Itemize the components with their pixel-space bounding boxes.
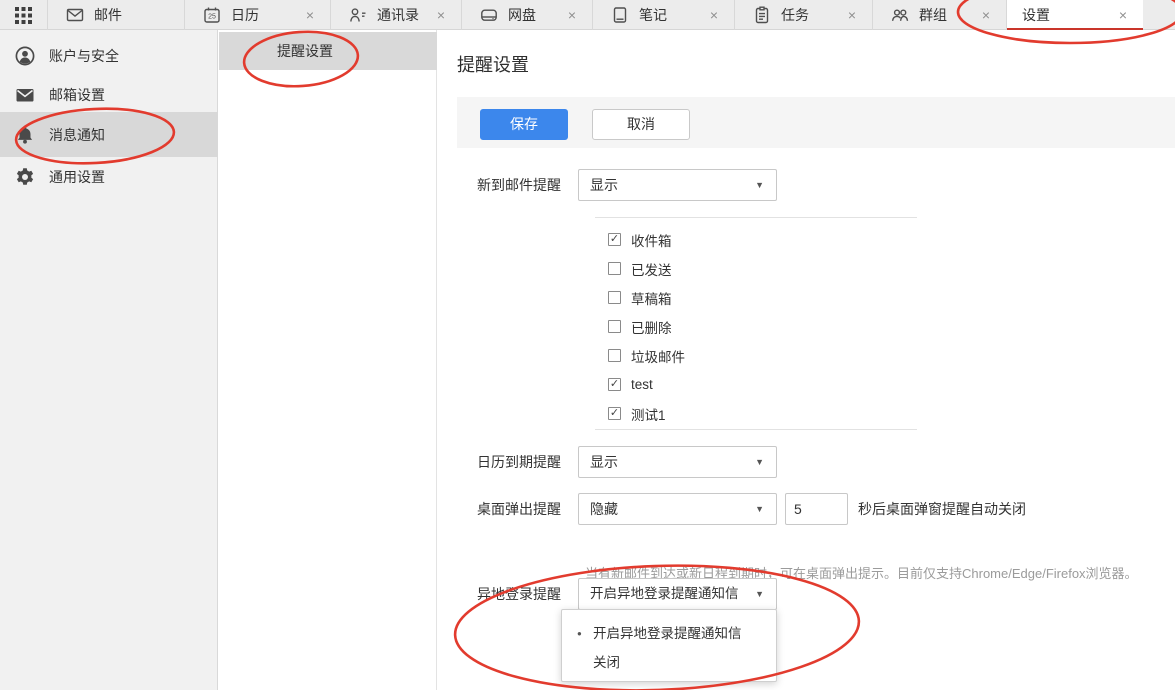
menu-option-enable-notification[interactable]: ● 开启异地登录提醒通知信 bbox=[562, 619, 776, 648]
tab-drive[interactable]: 网盘 × bbox=[462, 0, 593, 30]
divider bbox=[595, 217, 917, 218]
sidebar-item-label: 消息通知 bbox=[49, 125, 105, 145]
gear-icon bbox=[14, 166, 36, 188]
sidebar-item-account-security[interactable]: 账户与安全 bbox=[0, 36, 218, 75]
tab-groups[interactable]: 群组 × bbox=[873, 0, 1007, 30]
svg-text:25: 25 bbox=[208, 14, 216, 21]
checkbox-unchecked-icon[interactable] bbox=[608, 320, 621, 333]
menu-option-disable[interactable]: 关闭 bbox=[562, 648, 776, 677]
checkbox-unchecked-icon[interactable] bbox=[608, 291, 621, 304]
folder-checkbox-inbox[interactable]: ✓ 收件箱 bbox=[608, 225, 672, 254]
calendar-due-alert-select[interactable]: 显示 ▼ bbox=[578, 446, 777, 478]
sidebar-item-label: 邮箱设置 bbox=[49, 85, 105, 105]
notes-icon bbox=[610, 5, 630, 25]
remote-login-alert-value: 开启异地登录提醒通知信 bbox=[590, 586, 739, 601]
drive-icon bbox=[479, 5, 499, 25]
new-mail-alert-value: 显示 bbox=[590, 177, 618, 193]
tab-label: 笔记 bbox=[639, 5, 667, 25]
folder-checkbox-drafts[interactable]: 草稿箱 bbox=[608, 283, 672, 312]
cancel-button[interactable]: 取消 bbox=[592, 109, 690, 140]
desktop-popup-alert-select[interactable]: 隐藏 ▼ bbox=[578, 493, 777, 525]
folder-checkbox-test[interactable]: ✓ test bbox=[608, 370, 653, 399]
settings-sidebar: 账户与安全 邮箱设置 消息通知 通用设置 bbox=[0, 30, 218, 690]
chevron-down-icon: ▼ bbox=[755, 447, 764, 477]
checkbox-unchecked-icon[interactable] bbox=[608, 262, 621, 275]
tab-label: 群组 bbox=[919, 5, 947, 25]
tab-bar: 邮件 25 日历 × 通讯录 × 网盘 × 笔 bbox=[0, 0, 1175, 30]
sidebar-item-mailbox-settings[interactable]: 邮箱设置 bbox=[0, 75, 218, 114]
tab-tasks[interactable]: 任务 × bbox=[735, 0, 873, 30]
divider bbox=[595, 429, 917, 430]
checkbox-checked-icon[interactable]: ✓ bbox=[608, 407, 621, 420]
checkbox-checked-icon[interactable]: ✓ bbox=[608, 233, 621, 246]
account-icon bbox=[14, 45, 36, 67]
reminder-settings-panel: 提醒设置 保存 取消 新到邮件提醒 显示 ▼ ✓ 收件箱 已发送 草稿箱 已删除 bbox=[438, 30, 1175, 690]
tab-close-icon[interactable]: × bbox=[710, 0, 718, 30]
new-mail-alert-label: 新到邮件提醒 bbox=[477, 169, 561, 201]
folder-checkbox-sent[interactable]: 已发送 bbox=[608, 254, 672, 283]
chevron-down-icon: ▼ bbox=[755, 579, 764, 609]
remote-login-alert-label: 异地登录提醒 bbox=[477, 578, 561, 610]
sidebar-item-label: 账户与安全 bbox=[49, 46, 119, 66]
calendar-due-alert-label: 日历到期提醒 bbox=[477, 446, 561, 478]
form-toolbar: 保存 取消 bbox=[457, 97, 1175, 148]
popup-seconds-suffix: 秒后桌面弹窗提醒自动关闭 bbox=[858, 493, 1026, 525]
tab-close-icon[interactable]: × bbox=[982, 0, 990, 30]
webmail-settings-screen: 邮件 25 日历 × 通讯录 × 网盘 × 笔 bbox=[0, 0, 1175, 690]
contacts-icon bbox=[348, 5, 368, 25]
tab-close-icon[interactable]: × bbox=[437, 0, 445, 30]
desktop-popup-alert-label: 桌面弹出提醒 bbox=[477, 493, 561, 525]
subnav-item-reminder-settings[interactable]: 提醒设置 bbox=[219, 32, 437, 70]
tab-contacts[interactable]: 通讯录 × bbox=[331, 0, 462, 30]
tab-calendar[interactable]: 25 日历 × bbox=[185, 0, 331, 30]
mailbox-icon bbox=[14, 84, 36, 106]
group-icon bbox=[890, 5, 910, 25]
folder-checkbox-test1[interactable]: ✓ 测试1 bbox=[608, 399, 666, 428]
tab-label: 通讯录 bbox=[377, 5, 419, 25]
settings-subnav: 提醒设置 bbox=[219, 30, 437, 690]
sidebar-item-general-settings[interactable]: 通用设置 bbox=[0, 157, 218, 196]
folder-checkbox-deleted[interactable]: 已删除 bbox=[608, 312, 672, 341]
desktop-popup-alert-value: 隐藏 bbox=[590, 501, 618, 517]
chevron-down-icon: ▼ bbox=[755, 170, 764, 200]
sidebar-item-label: 通用设置 bbox=[49, 167, 105, 187]
folder-checkbox-spam[interactable]: 垃圾邮件 bbox=[608, 341, 685, 370]
tab-close-icon[interactable]: × bbox=[848, 0, 856, 30]
tab-label: 任务 bbox=[781, 5, 809, 25]
chevron-down-icon: ▼ bbox=[755, 494, 764, 524]
remote-login-alert-menu: ● 开启异地登录提醒通知信 关闭 bbox=[561, 609, 777, 682]
remote-login-alert-select[interactable]: 开启异地登录提醒通知信 ▼ bbox=[578, 578, 777, 610]
app-grid-button[interactable] bbox=[0, 0, 48, 30]
bell-icon bbox=[14, 124, 36, 146]
tab-label: 邮件 bbox=[94, 5, 122, 25]
tab-label: 网盘 bbox=[508, 5, 536, 25]
calendar-due-alert-value: 显示 bbox=[590, 454, 618, 470]
popup-seconds-input[interactable] bbox=[785, 493, 848, 525]
tab-label: 设置 bbox=[1022, 5, 1050, 25]
app-grid-icon bbox=[15, 7, 32, 24]
mail-icon bbox=[65, 5, 85, 25]
tab-close-icon[interactable]: × bbox=[1119, 0, 1127, 30]
tab-close-icon[interactable]: × bbox=[568, 0, 576, 30]
tasks-icon bbox=[752, 5, 772, 25]
tab-close-icon[interactable]: × bbox=[306, 0, 314, 30]
new-mail-alert-select[interactable]: 显示 ▼ bbox=[578, 169, 777, 201]
checkbox-checked-icon[interactable]: ✓ bbox=[608, 378, 621, 391]
tab-settings[interactable]: 设置 × bbox=[1007, 0, 1143, 30]
tab-label: 日历 bbox=[231, 5, 259, 25]
save-button[interactable]: 保存 bbox=[480, 109, 568, 140]
calendar-icon: 25 bbox=[202, 5, 222, 25]
tab-mail[interactable]: 邮件 bbox=[48, 0, 185, 30]
page-title: 提醒设置 bbox=[457, 51, 529, 77]
selected-option-bullet-icon: ● bbox=[577, 619, 582, 648]
tab-notes[interactable]: 笔记 × bbox=[593, 0, 735, 30]
sidebar-item-notifications[interactable]: 消息通知 bbox=[0, 112, 218, 157]
checkbox-unchecked-icon[interactable] bbox=[608, 349, 621, 362]
